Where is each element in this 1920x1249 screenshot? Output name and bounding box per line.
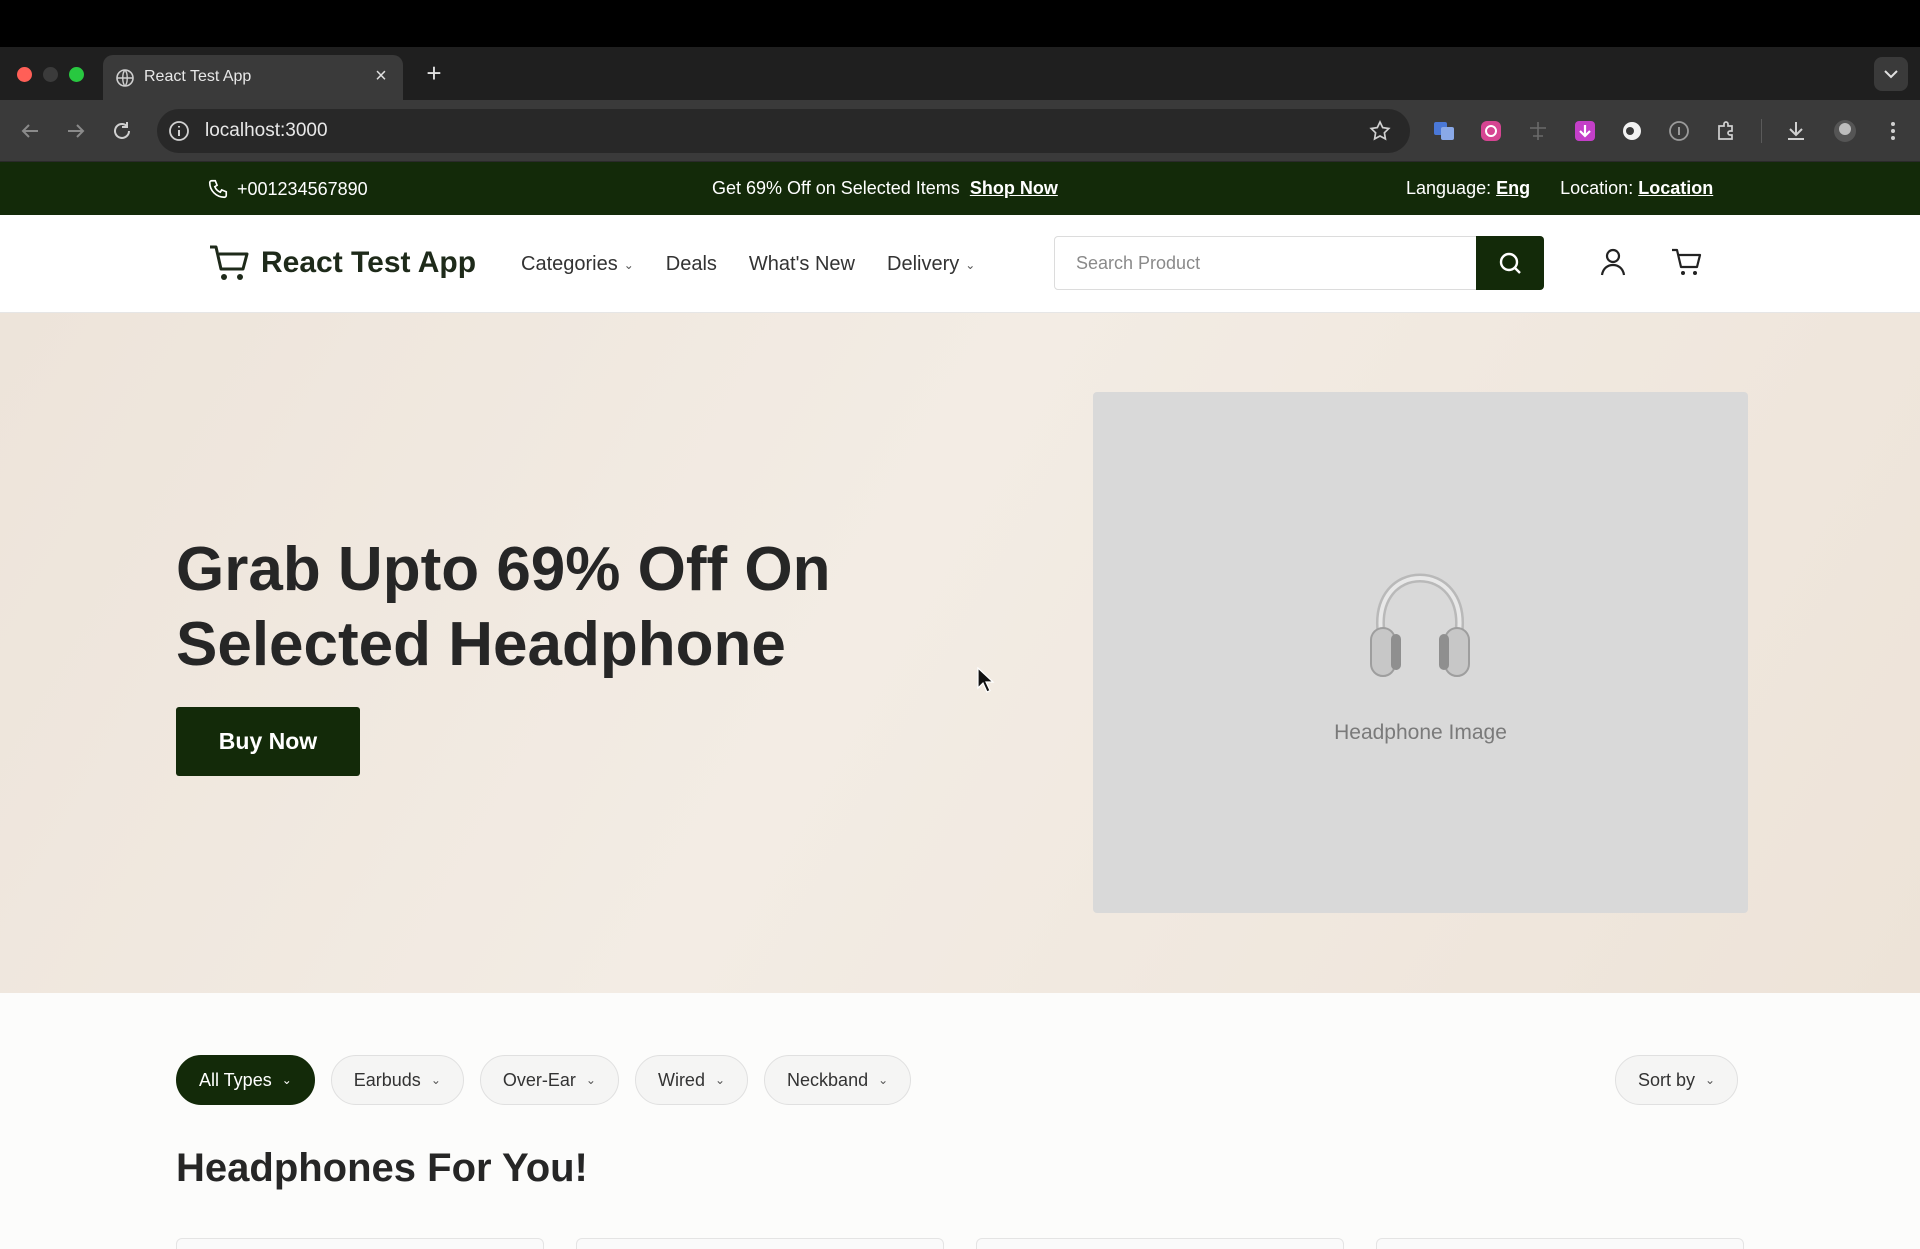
toolbar-divider (1761, 119, 1762, 143)
shop-now-link[interactable]: Shop Now (970, 178, 1058, 198)
nav-categories[interactable]: Categories ⌄ (521, 253, 634, 276)
search-button[interactable] (1476, 236, 1544, 290)
headphones-icon (1370, 573, 1470, 677)
product-card[interactable] (576, 1238, 944, 1249)
browser-tab[interactable]: React Test App × (103, 55, 403, 100)
hero-title: Grab Upto 69% Off On Selected Headphone (176, 532, 956, 682)
profile-avatar-icon[interactable] (1832, 118, 1858, 144)
nav-delivery-label: Delivery (887, 253, 960, 275)
chevron-down-icon: ⌄ (281, 1073, 292, 1087)
filter-label: Earbuds (353, 1069, 421, 1090)
site-header: React Test App Categories ⌄ Deals What's … (0, 215, 1920, 313)
search-box (1054, 236, 1544, 290)
product-card[interactable] (1376, 1238, 1744, 1249)
locale-settings: Language: Eng Location: Location (1406, 178, 1713, 199)
mouse-cursor-icon (977, 667, 995, 693)
reload-icon[interactable] (108, 117, 136, 145)
promo-text: Get 69% Off on Selected Items (712, 178, 960, 198)
address-bar[interactable]: localhost:3000 (157, 109, 1410, 153)
image-caption: Headphone Image (1334, 721, 1507, 744)
tab-search-button[interactable] (1874, 57, 1908, 91)
language-link[interactable]: Eng (1496, 178, 1530, 198)
language-label: Language: (1406, 178, 1492, 198)
chevron-down-icon: ⌄ (878, 1073, 889, 1087)
translate-extension-icon[interactable] (1431, 118, 1457, 144)
cart-icon[interactable] (1670, 245, 1704, 279)
crosshair-extension-icon[interactable] (1525, 118, 1551, 144)
phone-icon (208, 179, 228, 199)
chevron-down-icon: ⌄ (430, 1073, 441, 1087)
filter-wired[interactable]: Wired ⌄ (634, 1055, 749, 1105)
filter-chips: All Types ⌄ Earbuds ⌄ Over-Ear ⌄ Wired ⌄ Nec… (176, 1055, 912, 1105)
close-tab-icon[interactable]: × (369, 64, 393, 88)
screen-top-bar (0, 0, 1920, 47)
logo-text: React Test App (261, 246, 477, 279)
sort-by-dropdown[interactable]: Sort by ⌄ (1615, 1055, 1739, 1105)
new-tab-button[interactable]: + (420, 60, 448, 88)
chevron-down-icon: ⌄ (585, 1073, 596, 1087)
filter-label: Neckband (787, 1069, 869, 1090)
user-account-icon[interactable] (1596, 245, 1630, 279)
info-extension-icon[interactable] (1666, 118, 1692, 144)
nav-whats-new[interactable]: What's New (749, 253, 855, 276)
nav-deals[interactable]: Deals (666, 253, 717, 276)
filter-label: Over-Ear (502, 1069, 576, 1090)
chevron-down-icon: ⌄ (1705, 1073, 1716, 1087)
nav-categories-label: Categories (521, 253, 618, 275)
url-text[interactable]: localhost:3000 (205, 120, 328, 142)
product-card[interactable] (176, 1238, 544, 1249)
chevron-down-icon (1884, 70, 1898, 79)
filter-all-types[interactable]: All Types ⌄ (176, 1055, 315, 1105)
chevron-down-icon: ⌄ (965, 257, 976, 272)
site-logo[interactable]: React Test App (207, 241, 476, 285)
forward-arrow-icon[interactable] (62, 117, 90, 145)
filter-over-ear[interactable]: Over-Ear ⌄ (479, 1055, 619, 1105)
nav-delivery[interactable]: Delivery ⌄ (887, 253, 975, 276)
chevron-down-icon: ⌄ (714, 1073, 726, 1087)
phone-contact[interactable]: +001234567890 (207, 178, 368, 200)
web-page: +001234567890 Get 69% Off on Selected It… (0, 162, 1920, 1249)
download-extension-icon[interactable] (1572, 118, 1598, 144)
bookmark-star-icon[interactable] (1368, 119, 1392, 143)
main-nav: Categories ⌄ Deals What's New Delivery ⌄ (521, 253, 975, 276)
filter-neckband[interactable]: Neckband ⌄ (764, 1055, 912, 1105)
announcement-bar: +001234567890 Get 69% Off on Selected It… (0, 162, 1920, 215)
hero-title-line-1: Grab Upto 69% Off On (176, 535, 831, 604)
close-window-button[interactable] (17, 67, 32, 82)
sort-label: Sort by (1638, 1069, 1696, 1090)
camera-extension-icon[interactable] (1478, 118, 1504, 144)
more-menu-icon[interactable] (1880, 118, 1906, 144)
hero-image-placeholder: Headphone Image (1093, 392, 1748, 913)
filter-label: All Types (199, 1069, 272, 1090)
downloads-icon[interactable] (1783, 118, 1809, 144)
product-card[interactable] (976, 1238, 1344, 1249)
location-label: Location: (1560, 178, 1634, 198)
promo-banner: Get 69% Off on Selected Items Shop Now (712, 178, 1058, 199)
search-input[interactable] (1055, 237, 1475, 289)
site-info-icon[interactable] (167, 119, 191, 143)
buy-now-button[interactable]: Buy Now (176, 707, 360, 776)
section-title: Headphones For You! (176, 1146, 588, 1190)
globe-icon (116, 69, 134, 87)
browser-tab-bar: React Test App × + (0, 47, 1920, 100)
hero-banner: Grab Upto 69% Off On Selected Headphone … (0, 313, 1920, 993)
shopping-cart-logo-icon (210, 245, 249, 280)
minimize-window-button[interactable] (43, 67, 58, 82)
hero-title-line-2: Selected Headphone (176, 610, 786, 679)
browser-toolbar: localhost:3000 (0, 100, 1920, 162)
circle-extension-icon[interactable] (1619, 118, 1645, 144)
filter-label: Wired (657, 1069, 705, 1090)
tab-title: React Test App (144, 68, 252, 85)
puzzle-extensions-icon[interactable] (1713, 118, 1739, 144)
filter-earbuds[interactable]: Earbuds ⌄ (330, 1055, 464, 1105)
back-arrow-icon[interactable] (16, 117, 44, 145)
chevron-down-icon: ⌄ (623, 257, 634, 272)
location-link[interactable]: Location (1638, 178, 1713, 198)
search-icon (1499, 252, 1521, 274)
phone-number: +001234567890 (237, 178, 368, 199)
maximize-window-button[interactable] (69, 67, 84, 82)
